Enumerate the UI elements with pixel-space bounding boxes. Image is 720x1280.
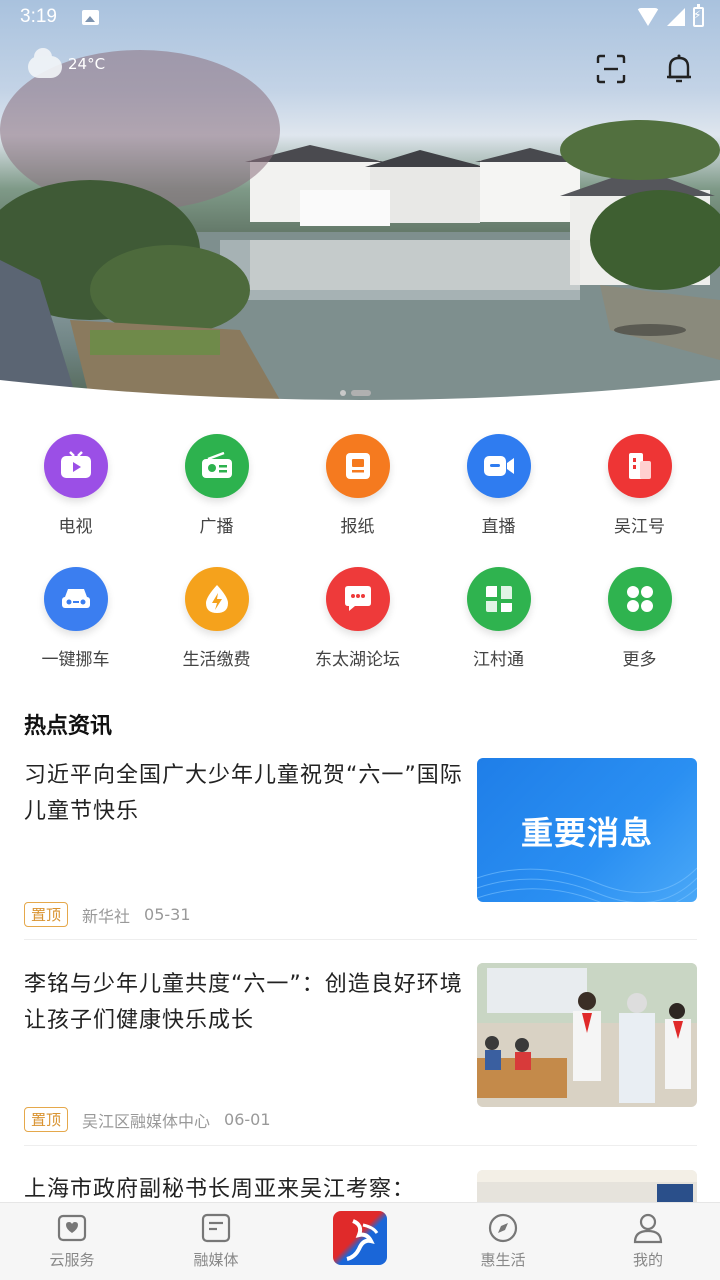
bill-payment-icon bbox=[184, 567, 249, 631]
wifi-icon bbox=[637, 8, 659, 26]
news-source: 新华社 bbox=[82, 906, 131, 926]
thumbnail-caption: 重要消息 bbox=[520, 814, 653, 852]
service-village[interactable]: 江村通 bbox=[428, 567, 569, 670]
pinned-badge: 置顶 bbox=[24, 1107, 69, 1132]
service-move-car[interactable]: 一键挪车 bbox=[5, 567, 146, 670]
tab-life[interactable]: 惠生活 bbox=[443, 1203, 563, 1280]
weather-widget[interactable]: 24°C bbox=[28, 48, 106, 78]
nav-label: 惠生活 bbox=[480, 1251, 526, 1269]
bell-icon[interactable] bbox=[662, 52, 696, 86]
service-more[interactable]: 更多 bbox=[569, 567, 710, 670]
service-label: 直播 bbox=[481, 517, 516, 537]
divider bbox=[24, 939, 697, 940]
news-source: 吴江区融媒体中心 bbox=[82, 1111, 211, 1131]
service-bill-payment[interactable]: 生活缴费 bbox=[146, 567, 287, 670]
service-newspaper[interactable]: 报纸 bbox=[287, 434, 428, 537]
news-meta: 置顶 新华社 05-31 bbox=[24, 902, 191, 927]
car-icon bbox=[43, 567, 108, 631]
tab-media[interactable]: 融媒体 bbox=[156, 1203, 276, 1280]
forum-chat-icon bbox=[325, 567, 390, 631]
service-label: 更多 bbox=[622, 650, 657, 670]
news-thumbnail bbox=[477, 963, 697, 1107]
village-icon bbox=[466, 567, 531, 631]
service-wujiang-account[interactable]: 吴江号 bbox=[569, 434, 710, 537]
service-label: 东太湖论坛 bbox=[315, 650, 400, 670]
gallery-notification-icon bbox=[82, 10, 99, 25]
live-camera-icon bbox=[466, 434, 531, 498]
tv-icon bbox=[43, 434, 108, 498]
scan-icon[interactable] bbox=[594, 52, 628, 86]
weather-temperature: 24°C bbox=[68, 55, 106, 73]
compass-icon bbox=[488, 1213, 518, 1243]
banner-dot-active[interactable] bbox=[351, 390, 371, 396]
news-thumbnail: 重要消息 bbox=[477, 758, 697, 902]
nav-label: 云服务 bbox=[49, 1251, 95, 1269]
news-thumbnail bbox=[477, 1170, 697, 1202]
status-time: 3:19 bbox=[20, 6, 57, 27]
service-grid: 电视 广播 报纸 直播 吴江号 一键挪车 生活缴费 东太湖论坛 江村通 更多 bbox=[0, 434, 720, 670]
banner-dot[interactable] bbox=[340, 390, 346, 396]
service-label: 吴江号 bbox=[614, 517, 665, 537]
service-label: 电视 bbox=[58, 517, 93, 537]
banner-indicator bbox=[340, 390, 371, 396]
cloud-service-icon bbox=[57, 1214, 87, 1242]
news-date: 06-01 bbox=[224, 1110, 271, 1129]
pinned-badge: 置顶 bbox=[24, 902, 69, 927]
service-radio[interactable]: 广播 bbox=[146, 434, 287, 537]
signal-icon bbox=[667, 8, 685, 26]
hero-banner[interactable]: 3:19 24°C bbox=[0, 0, 720, 410]
radio-icon bbox=[184, 434, 249, 498]
news-title: 习近平向全国广大少年儿童祝贺“六一”国际儿童节快乐 bbox=[24, 763, 463, 824]
nav-label: 融媒体 bbox=[193, 1251, 239, 1269]
tab-cloud-service[interactable]: 云服务 bbox=[12, 1203, 132, 1280]
service-tv[interactable]: 电视 bbox=[5, 434, 146, 537]
battery-icon bbox=[693, 4, 704, 27]
news-title: 上海市政府副秘书长周亚来吴江考察： bbox=[24, 1177, 416, 1202]
nav-label: 我的 bbox=[632, 1251, 663, 1269]
service-label: 报纸 bbox=[340, 517, 375, 537]
more-apps-icon bbox=[607, 567, 672, 631]
profile-icon bbox=[633, 1213, 663, 1244]
app-logo-icon[interactable] bbox=[333, 1211, 387, 1265]
service-label: 广播 bbox=[199, 517, 234, 537]
wujiang-account-icon bbox=[607, 434, 672, 498]
media-icon bbox=[201, 1213, 231, 1243]
service-label: 生活缴费 bbox=[182, 650, 251, 670]
cloud-icon bbox=[28, 48, 62, 78]
news-item[interactable]: 上海市政府副秘书长周亚来吴江考察： bbox=[24, 1170, 697, 1202]
news-item[interactable]: 习近平向全国广大少年儿童祝贺“六一”国际儿童节快乐 重要消息 置顶 新华社 05… bbox=[24, 758, 697, 928]
service-label: 一键挪车 bbox=[41, 650, 110, 670]
service-forum[interactable]: 东太湖论坛 bbox=[287, 567, 428, 670]
news-date: 05-31 bbox=[144, 905, 191, 924]
divider bbox=[24, 1145, 697, 1146]
news-title: 李铭与少年儿童共度“六一”：创造良好环境让孩子们健康快乐成长 bbox=[24, 972, 463, 1033]
bottom-nav: 云服务 融媒体 惠生活 我的 bbox=[0, 1202, 720, 1280]
status-bar: 3:19 bbox=[0, 0, 720, 36]
service-label: 江村通 bbox=[473, 650, 524, 670]
news-meta: 置顶 吴江区融媒体中心 06-01 bbox=[24, 1107, 271, 1132]
tab-profile[interactable]: 我的 bbox=[588, 1203, 708, 1280]
news-item[interactable]: 李铭与少年儿童共度“六一”：创造良好环境让孩子们健康快乐成长 置顶 吴江区融媒体… bbox=[24, 963, 697, 1133]
service-live[interactable]: 直播 bbox=[428, 434, 569, 537]
newspaper-icon bbox=[325, 434, 390, 498]
section-title-hot-news: 热点资讯 bbox=[24, 714, 113, 739]
